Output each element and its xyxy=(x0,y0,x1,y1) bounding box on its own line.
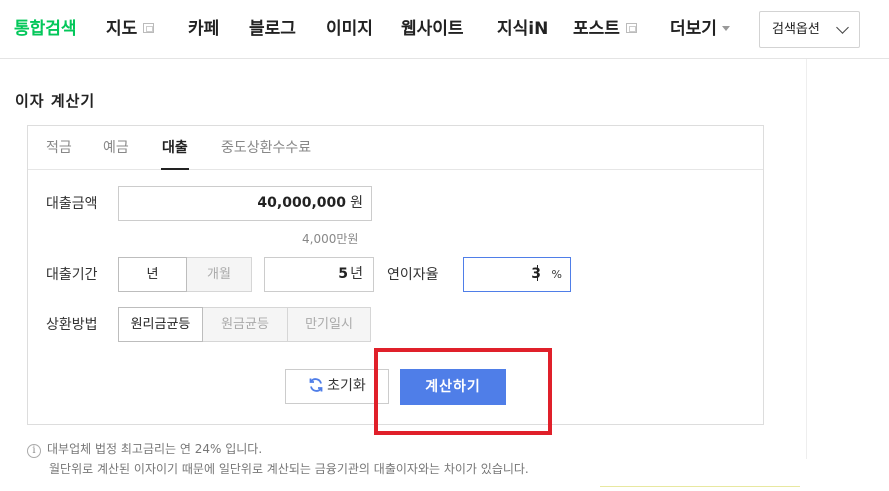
nav-integrated-search[interactable]: 통합검색 xyxy=(14,16,77,42)
interest-rate-label: 연이자율 xyxy=(387,267,439,283)
nav-label: 이미지 xyxy=(326,19,373,39)
nav-website[interactable]: 웹사이트 xyxy=(401,16,464,42)
divider xyxy=(806,59,807,459)
nav-blog[interactable]: 블로그 xyxy=(249,16,296,42)
loan-amount-note: 4,000만원 xyxy=(302,232,359,246)
nav-label: 지도 xyxy=(106,19,138,39)
loan-period-input[interactable]: 5 년 xyxy=(264,257,374,292)
repayment-equal-principal-interest[interactable]: 원리금균등 xyxy=(118,307,203,342)
calculator-tabs: 적금 예금 대출 중도상환수수료 xyxy=(28,126,763,170)
info-notice: i 대부업체 법정 최고금리는 연 24% 입니다. 월단위로 계산된 이자이기 … xyxy=(27,439,529,479)
nav-knowledge-in[interactable]: 지식iN xyxy=(497,16,548,42)
divider xyxy=(600,486,800,487)
reset-label: 초기화 xyxy=(327,378,366,394)
loan-amount-unit: 원 xyxy=(350,195,363,211)
top-nav: 통합검색 지도 카페 블로그 이미지 웹사이트 지식iN 포스트 더보기 검색옵… xyxy=(0,0,889,59)
loan-period-value: 5 xyxy=(338,266,348,282)
tab-prepayment-fee[interactable]: 중도상환수수료 xyxy=(221,138,311,158)
highlight-box xyxy=(374,348,552,435)
loan-period-unit: 년 xyxy=(350,266,363,282)
nav-label: 지식iN xyxy=(497,19,549,39)
nav-label: 더보기 xyxy=(670,19,717,39)
tab-deposit[interactable]: 예금 xyxy=(103,138,129,158)
nav-label: 블로그 xyxy=(249,19,296,39)
nav-map[interactable]: 지도 xyxy=(106,16,155,42)
nav-label: 통합검색 xyxy=(14,19,77,39)
caret-down-icon xyxy=(721,26,730,31)
loan-amount-input[interactable]: 40,000,000 원 xyxy=(118,186,372,221)
search-option-button[interactable]: 검색옵션 xyxy=(759,11,860,48)
nav-label: 포스트 xyxy=(573,19,620,39)
nav-cafe[interactable]: 카페 xyxy=(188,16,219,42)
section-title: 이자 계산기 xyxy=(15,92,96,110)
nav-post[interactable]: 포스트 xyxy=(573,16,637,42)
repayment-equal-principal[interactable]: 원금균등 xyxy=(202,307,288,342)
nav-image[interactable]: 이미지 xyxy=(326,16,373,42)
info-line-1: 대부업체 법정 최고금리는 연 24% 입니다. xyxy=(47,442,263,456)
search-option-label: 검색옵션 xyxy=(772,22,820,37)
repayment-bullet[interactable]: 만기일시 xyxy=(287,307,371,342)
text-cursor xyxy=(537,265,538,281)
loan-period-label: 대출기간 xyxy=(46,267,98,283)
interest-rate-unit: % xyxy=(551,268,562,281)
nav-label: 웹사이트 xyxy=(401,19,464,39)
tab-loan[interactable]: 대출 xyxy=(161,138,189,170)
repayment-method-label: 상환방법 xyxy=(46,317,98,333)
nav-more[interactable]: 더보기 xyxy=(670,16,730,42)
chevron-down-icon xyxy=(836,21,849,34)
interest-rate-input[interactable]: 3 % xyxy=(463,257,571,292)
info-line-2: 월단위로 계산된 이자이기 때문에 일단위로 계산되는 금융기관의 대출이자와는… xyxy=(49,462,529,476)
refresh-icon xyxy=(309,378,323,392)
loan-amount-label: 대출금액 xyxy=(46,196,98,212)
loan-amount-value: 40,000,000 xyxy=(257,195,346,211)
info-icon: i xyxy=(27,444,41,458)
external-window-icon xyxy=(625,23,637,33)
external-window-icon xyxy=(143,23,155,33)
period-unit-month[interactable]: 개월 xyxy=(186,257,252,292)
nav-label: 카페 xyxy=(188,19,220,39)
tab-savings[interactable]: 적금 xyxy=(46,138,72,158)
period-unit-year[interactable]: 년 xyxy=(118,257,187,292)
